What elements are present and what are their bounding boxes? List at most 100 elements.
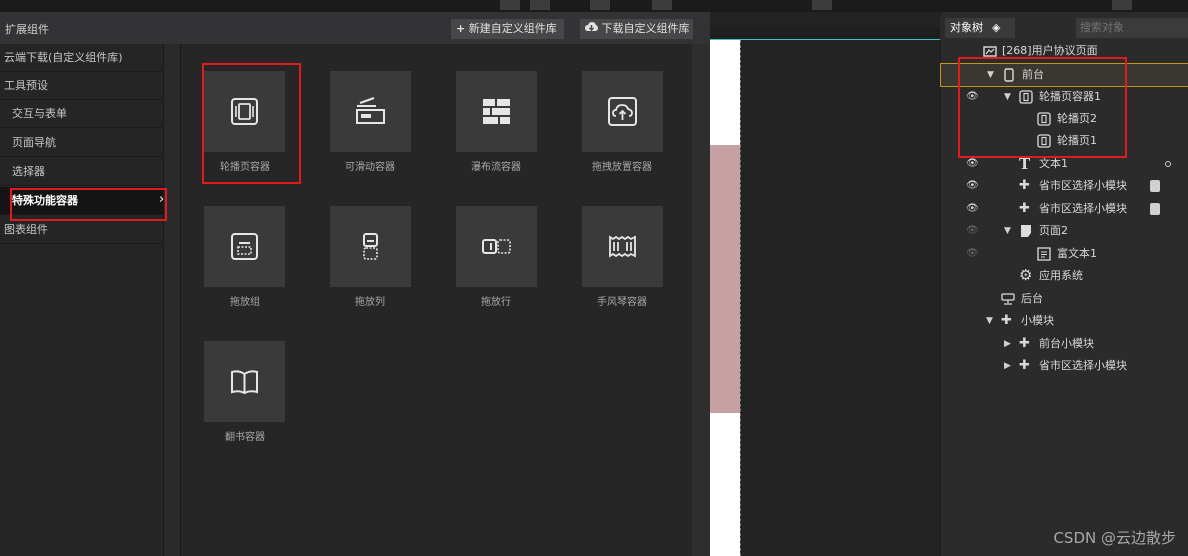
category-label: 图表组件 <box>4 223 48 236</box>
component-label: 轮播页容器 <box>220 162 270 173</box>
layers-icon: ◈ <box>992 21 1001 34</box>
toolbar-button[interactable] <box>500 0 520 10</box>
swipe-icon <box>356 97 385 124</box>
category-label: 交互与表单 <box>12 107 67 120</box>
tree-node[interactable]: 👁 ▼ 页面2 <box>941 220 1188 242</box>
tree-node-label: 省市区选择小模块 <box>1039 359 1127 372</box>
tree-node[interactable]: 👁 ✚ 省市区选择小模块 <box>941 175 1188 197</box>
gear-icon: ⚙ <box>1019 266 1033 284</box>
category-charts[interactable]: 图表组件 <box>0 216 163 244</box>
accordion-icon <box>609 235 636 258</box>
tree-node-label: 轮播页2 <box>1057 112 1097 125</box>
tree-node-label: 后台 <box>1021 292 1043 305</box>
toolbar-button[interactable] <box>590 0 610 10</box>
drag-row-icon <box>482 239 511 254</box>
brick-wall-icon <box>483 99 510 124</box>
tab-object-tree[interactable]: 对象树 ◈ <box>945 18 1015 38</box>
toolbar-button[interactable] <box>1112 0 1132 10</box>
tree-node[interactable]: ▶ ✚ 省市区选择小模块 <box>941 355 1188 377</box>
tree-node[interactable]: ▼ 前台 <box>940 63 1188 87</box>
expand-arrow-icon[interactable]: ▼ <box>1004 220 1011 242</box>
tree-node[interactable]: ▼ ✚ 小模块 <box>941 310 1188 332</box>
panel-divider <box>164 44 181 556</box>
component-label: 拖放组 <box>230 297 260 308</box>
tree-node[interactable]: ⚙ 应用系统 <box>941 265 1188 287</box>
eye-icon[interactable]: 👁 <box>966 175 979 197</box>
category-label: 云端下载(自定义组件库) <box>4 51 123 64</box>
component-tile-book[interactable] <box>204 341 285 422</box>
category-label: 特殊功能容器 <box>12 194 78 207</box>
expand-arrow-icon[interactable]: ▼ <box>1004 86 1011 108</box>
toolbar-button[interactable] <box>652 0 672 10</box>
category-selector[interactable]: 选择器 <box>0 158 163 186</box>
component-tile-swipe[interactable] <box>330 71 411 152</box>
scrollbar[interactable] <box>692 44 710 556</box>
category-cloud-download[interactable]: 云端下载(自定义组件库) <box>0 44 163 72</box>
info-badge-icon[interactable] <box>1150 203 1160 215</box>
design-canvas[interactable] <box>710 12 940 556</box>
tab-label: 对象树 <box>950 21 983 34</box>
collapse-arrow-icon[interactable]: ▶ <box>1004 333 1011 355</box>
panel-title: 扩展组件 <box>5 23 49 36</box>
eye-icon[interactable]: 👁 <box>966 198 979 220</box>
tree-node[interactable]: 轮播页2 <box>941 108 1188 130</box>
eye-icon[interactable]: 👁 <box>966 153 979 175</box>
tree-node[interactable]: [268]用户协议页面 <box>941 40 1188 62</box>
page-icon <box>983 46 997 57</box>
carousel-preview-block[interactable] <box>710 145 740 413</box>
tree-node-label: 应用系统 <box>1039 269 1083 282</box>
tree-node[interactable]: 👁 T 文本1 <box>941 153 1188 175</box>
component-tile-carousel[interactable] <box>204 71 285 152</box>
carousel-icon <box>1037 112 1051 126</box>
component-tile-drag-column[interactable] <box>330 206 411 287</box>
search-objects-input[interactable] <box>1076 18 1188 38</box>
watermark: CSDN @云边散步 <box>1053 529 1176 547</box>
component-label: 可滑动容器 <box>345 162 395 173</box>
tree-node-label: 省市区选择小模块 <box>1039 179 1127 192</box>
carousel-icon <box>1037 134 1051 148</box>
tree-node-label: 文本1 <box>1039 157 1068 170</box>
collapse-arrow-icon[interactable]: ▶ <box>1004 355 1011 377</box>
tree-node[interactable]: 👁 ✚ 省市区选择小模块 <box>941 198 1188 220</box>
component-tile-waterfall[interactable] <box>456 71 537 152</box>
tree-node-label: 前台小模块 <box>1039 337 1094 350</box>
expand-arrow-icon[interactable]: ▼ <box>986 310 993 332</box>
new-library-button[interactable]: + 新建自定义组件库 <box>451 19 564 39</box>
component-tile-drag-group[interactable] <box>204 206 285 287</box>
plus-icon: + <box>456 22 466 35</box>
tree-node-label: 轮播页1 <box>1057 134 1097 147</box>
category-page-navigation[interactable]: 页面导航 <box>0 129 163 157</box>
download-library-button[interactable]: 下载自定义组件库 <box>580 19 693 39</box>
component-tile-accordion[interactable] <box>582 206 663 287</box>
component-tile-drag-row[interactable] <box>456 206 537 287</box>
top-toolbar <box>0 0 1188 12</box>
toolbar-button[interactable] <box>530 0 550 10</box>
drag-group-icon <box>231 233 258 260</box>
component-label: 拖放列 <box>355 297 385 308</box>
status-dot-icon <box>1165 161 1171 167</box>
tree-node[interactable]: 👁 ▼ 轮播页容器1 <box>941 86 1188 108</box>
expand-arrow-icon[interactable]: ▼ <box>987 64 994 86</box>
info-badge-icon[interactable] <box>1150 180 1160 192</box>
richtext-icon <box>1037 247 1051 261</box>
category-tool-presets[interactable]: 工具预设 <box>0 72 163 100</box>
category-label: 工具预设 <box>4 79 48 92</box>
component-label: 瀑布流容器 <box>471 162 521 173</box>
category-special-containers[interactable]: 特殊功能容器 › <box>0 187 164 215</box>
eye-hidden-icon[interactable]: 👁 <box>966 220 979 242</box>
tree-node[interactable]: 👁 富文本1 <box>941 243 1188 265</box>
eye-hidden-icon[interactable]: 👁 <box>966 243 979 265</box>
server-icon <box>1001 293 1015 305</box>
component-tile-drag-drop[interactable] <box>582 71 663 152</box>
puzzle-icon: ✚ <box>1019 358 1030 373</box>
eye-icon[interactable]: 👁 <box>966 86 979 108</box>
upload-cloud-icon <box>608 97 637 126</box>
tree-node[interactable]: ▶ ✚ 前台小模块 <box>941 333 1188 355</box>
tree-node[interactable]: 后台 <box>941 288 1188 310</box>
phone-icon <box>1004 68 1014 82</box>
puzzle-icon: ✚ <box>1001 313 1012 328</box>
tree-node[interactable]: 轮播页1 <box>941 130 1188 152</box>
toolbar-button[interactable] <box>812 0 832 10</box>
category-interaction-forms[interactable]: 交互与表单 <box>0 100 163 128</box>
component-label: 手风琴容器 <box>597 297 647 308</box>
